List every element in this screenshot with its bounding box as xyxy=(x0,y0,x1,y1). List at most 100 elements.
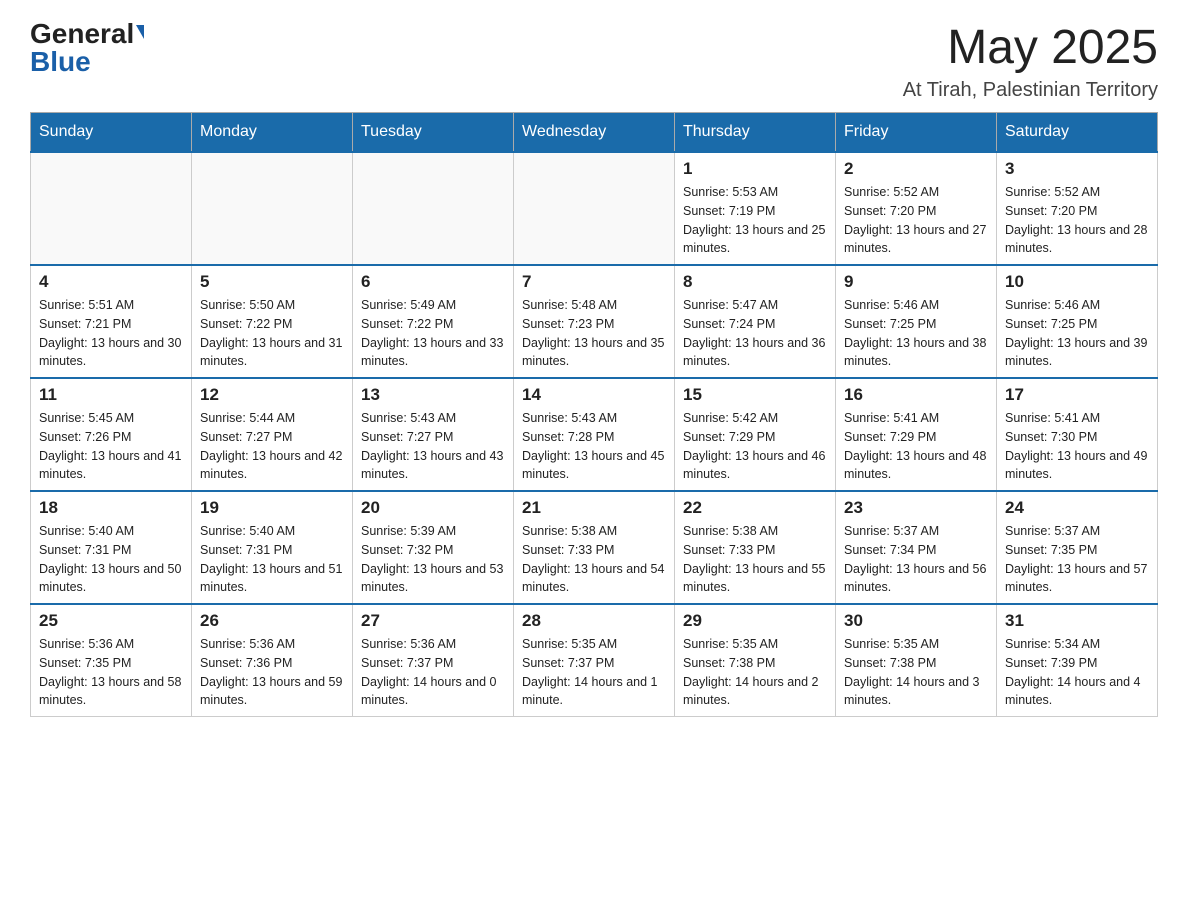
day-sun-info: Sunrise: 5:35 AMSunset: 7:37 PMDaylight:… xyxy=(522,635,666,710)
day-sun-info: Sunrise: 5:48 AMSunset: 7:23 PMDaylight:… xyxy=(522,296,666,371)
calendar-cell: 28 Sunrise: 5:35 AMSunset: 7:37 PMDayligh… xyxy=(514,604,675,717)
day-sun-info: Sunrise: 5:52 AMSunset: 7:20 PMDaylight:… xyxy=(1005,183,1149,258)
calendar-table: SundayMondayTuesdayWednesdayThursdayFrid… xyxy=(30,112,1158,717)
calendar-cell: 31 Sunrise: 5:34 AMSunset: 7:39 PMDayligh… xyxy=(997,604,1158,717)
calendar-cell: 25 Sunrise: 5:36 AMSunset: 7:35 PMDayligh… xyxy=(31,604,192,717)
calendar-cell: 19 Sunrise: 5:40 AMSunset: 7:31 PMDayligh… xyxy=(192,491,353,604)
day-sun-info: Sunrise: 5:41 AMSunset: 7:30 PMDaylight:… xyxy=(1005,409,1149,484)
day-number: 14 xyxy=(522,385,666,405)
logo: General Blue xyxy=(30,20,144,76)
day-sun-info: Sunrise: 5:46 AMSunset: 7:25 PMDaylight:… xyxy=(1005,296,1149,371)
calendar-cell: 1Sunrise: 5:53 AMSunset: 7:19 PMDaylight… xyxy=(675,152,836,265)
calendar-header-row: SundayMondayTuesdayWednesdayThursdayFrid… xyxy=(31,113,1158,153)
calendar-cell: 10Sunrise: 5:46 AMSunset: 7:25 PMDayligh… xyxy=(997,265,1158,378)
calendar-cell: 9Sunrise: 5:46 AMSunset: 7:25 PMDaylight… xyxy=(836,265,997,378)
calendar-cell: 3 Sunrise: 5:52 AMSunset: 7:20 PMDaylight… xyxy=(997,152,1158,265)
day-number: 30 xyxy=(844,611,988,631)
day-sun-info: Sunrise: 5:36 AMSunset: 7:37 PMDaylight:… xyxy=(361,635,505,710)
logo-general-text: General xyxy=(30,20,134,48)
location-subtitle: At Tirah, Palestinian Territory xyxy=(903,79,1158,102)
day-of-week-header: Thursday xyxy=(675,113,836,153)
calendar-cell: 7Sunrise: 5:48 AMSunset: 7:23 PMDaylight… xyxy=(514,265,675,378)
day-number: 8 xyxy=(683,272,827,292)
calendar-cell: 21 Sunrise: 5:38 AMSunset: 7:33 PMDayligh… xyxy=(514,491,675,604)
day-number: 11 xyxy=(39,385,183,405)
day-sun-info: Sunrise: 5:35 AMSunset: 7:38 PMDaylight:… xyxy=(683,635,827,710)
calendar-cell xyxy=(514,152,675,265)
day-sun-info: Sunrise: 5:40 AMSunset: 7:31 PMDaylight:… xyxy=(200,522,344,597)
day-sun-info: Sunrise: 5:37 AMSunset: 7:35 PMDaylight:… xyxy=(1005,522,1149,597)
day-sun-info: Sunrise: 5:44 AMSunset: 7:27 PMDaylight:… xyxy=(200,409,344,484)
day-sun-info: Sunrise: 5:43 AMSunset: 7:28 PMDaylight:… xyxy=(522,409,666,484)
week-row: 18 Sunrise: 5:40 AMSunset: 7:31 PMDayligh… xyxy=(31,491,1158,604)
calendar-cell: 26 Sunrise: 5:36 AMSunset: 7:36 PMDayligh… xyxy=(192,604,353,717)
day-number: 26 xyxy=(200,611,344,631)
day-sun-info: Sunrise: 5:45 AMSunset: 7:26 PMDaylight:… xyxy=(39,409,183,484)
calendar-cell: 2 Sunrise: 5:52 AMSunset: 7:20 PMDaylight… xyxy=(836,152,997,265)
day-sun-info: Sunrise: 5:49 AMSunset: 7:22 PMDaylight:… xyxy=(361,296,505,371)
day-number: 1 xyxy=(683,159,827,179)
calendar-cell: 14 Sunrise: 5:43 AMSunset: 7:28 PMDayligh… xyxy=(514,378,675,491)
week-row: 1Sunrise: 5:53 AMSunset: 7:19 PMDaylight… xyxy=(31,152,1158,265)
week-row: 4 Sunrise: 5:51 AMSunset: 7:21 PMDaylight… xyxy=(31,265,1158,378)
day-sun-info: Sunrise: 5:51 AMSunset: 7:21 PMDaylight:… xyxy=(39,296,183,371)
day-number: 15 xyxy=(683,385,827,405)
day-number: 6 xyxy=(361,272,505,292)
day-sun-info: Sunrise: 5:52 AMSunset: 7:20 PMDaylight:… xyxy=(844,183,988,258)
calendar-cell: 16Sunrise: 5:41 AMSunset: 7:29 PMDayligh… xyxy=(836,378,997,491)
calendar-cell: 29 Sunrise: 5:35 AMSunset: 7:38 PMDayligh… xyxy=(675,604,836,717)
day-sun-info: Sunrise: 5:43 AMSunset: 7:27 PMDaylight:… xyxy=(361,409,505,484)
day-number: 24 xyxy=(1005,498,1149,518)
day-number: 3 xyxy=(1005,159,1149,179)
calendar-cell: 8 Sunrise: 5:47 AMSunset: 7:24 PMDaylight… xyxy=(675,265,836,378)
day-sun-info: Sunrise: 5:34 AMSunset: 7:39 PMDaylight:… xyxy=(1005,635,1149,710)
day-sun-info: Sunrise: 5:38 AMSunset: 7:33 PMDaylight:… xyxy=(522,522,666,597)
title-block: May 2025 At Tirah, Palestinian Territory xyxy=(903,20,1158,102)
calendar-cell: 27 Sunrise: 5:36 AMSunset: 7:37 PMDayligh… xyxy=(353,604,514,717)
day-number: 28 xyxy=(522,611,666,631)
day-number: 21 xyxy=(522,498,666,518)
day-of-week-header: Saturday xyxy=(997,113,1158,153)
calendar-cell: 11 Sunrise: 5:45 AMSunset: 7:26 PMDayligh… xyxy=(31,378,192,491)
day-number: 27 xyxy=(361,611,505,631)
day-sun-info: Sunrise: 5:36 AMSunset: 7:36 PMDaylight:… xyxy=(200,635,344,710)
calendar-cell: 6 Sunrise: 5:49 AMSunset: 7:22 PMDaylight… xyxy=(353,265,514,378)
day-sun-info: Sunrise: 5:37 AMSunset: 7:34 PMDaylight:… xyxy=(844,522,988,597)
calendar-cell xyxy=(31,152,192,265)
day-number: 5 xyxy=(200,272,344,292)
week-row: 25 Sunrise: 5:36 AMSunset: 7:35 PMDayligh… xyxy=(31,604,1158,717)
calendar-cell xyxy=(192,152,353,265)
month-year-title: May 2025 xyxy=(903,20,1158,75)
day-number: 9 xyxy=(844,272,988,292)
calendar-cell: 5 Sunrise: 5:50 AMSunset: 7:22 PMDaylight… xyxy=(192,265,353,378)
day-number: 19 xyxy=(200,498,344,518)
calendar-cell: 4 Sunrise: 5:51 AMSunset: 7:21 PMDaylight… xyxy=(31,265,192,378)
day-sun-info: Sunrise: 5:47 AMSunset: 7:24 PMDaylight:… xyxy=(683,296,827,371)
day-of-week-header: Sunday xyxy=(31,113,192,153)
day-number: 22 xyxy=(683,498,827,518)
calendar-cell: 30Sunrise: 5:35 AMSunset: 7:38 PMDayligh… xyxy=(836,604,997,717)
calendar-cell: 12 Sunrise: 5:44 AMSunset: 7:27 PMDayligh… xyxy=(192,378,353,491)
logo-blue-text: Blue xyxy=(30,46,91,77)
day-number: 2 xyxy=(844,159,988,179)
day-of-week-header: Wednesday xyxy=(514,113,675,153)
day-sun-info: Sunrise: 5:50 AMSunset: 7:22 PMDaylight:… xyxy=(200,296,344,371)
calendar-cell: 24 Sunrise: 5:37 AMSunset: 7:35 PMDayligh… xyxy=(997,491,1158,604)
day-sun-info: Sunrise: 5:36 AMSunset: 7:35 PMDaylight:… xyxy=(39,635,183,710)
day-number: 4 xyxy=(39,272,183,292)
day-number: 31 xyxy=(1005,611,1149,631)
calendar-cell xyxy=(353,152,514,265)
day-number: 18 xyxy=(39,498,183,518)
day-number: 20 xyxy=(361,498,505,518)
day-number: 12 xyxy=(200,385,344,405)
day-sun-info: Sunrise: 5:42 AMSunset: 7:29 PMDaylight:… xyxy=(683,409,827,484)
day-number: 25 xyxy=(39,611,183,631)
day-number: 23 xyxy=(844,498,988,518)
day-number: 29 xyxy=(683,611,827,631)
calendar-cell: 18Sunrise: 5:40 AMSunset: 7:31 PMDayligh… xyxy=(31,491,192,604)
day-number: 17 xyxy=(1005,385,1149,405)
day-sun-info: Sunrise: 5:38 AMSunset: 7:33 PMDaylight:… xyxy=(683,522,827,597)
day-sun-info: Sunrise: 5:41 AMSunset: 7:29 PMDaylight:… xyxy=(844,409,988,484)
logo-triangle-icon xyxy=(136,25,144,39)
day-number: 13 xyxy=(361,385,505,405)
